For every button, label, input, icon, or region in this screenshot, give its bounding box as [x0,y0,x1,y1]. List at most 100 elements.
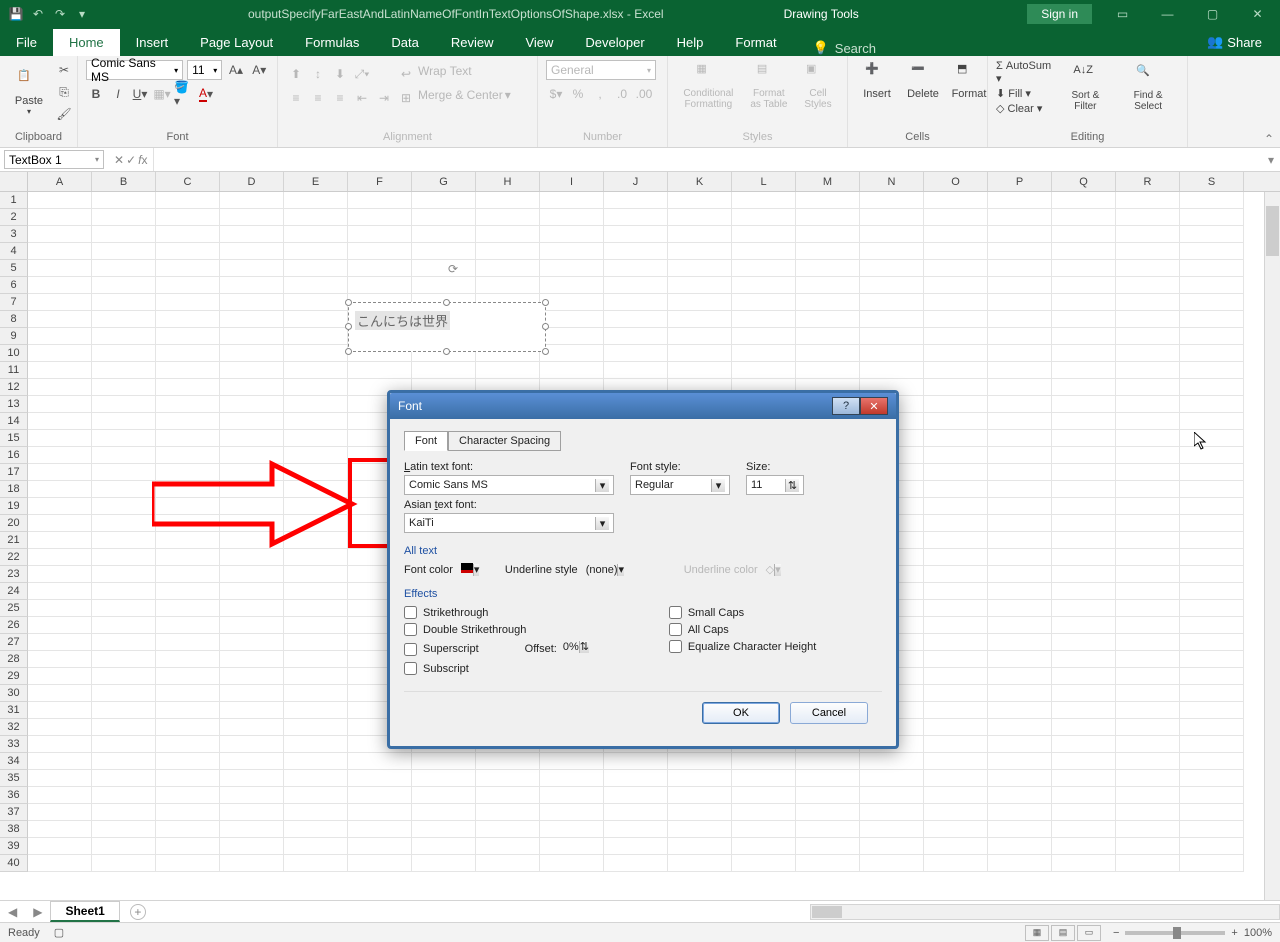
cell[interactable] [156,243,220,260]
cell[interactable] [540,209,604,226]
cell[interactable] [28,753,92,770]
cell[interactable] [220,821,284,838]
row-header[interactable]: 5 [0,260,28,277]
cell[interactable] [860,260,924,277]
cell[interactable] [92,787,156,804]
cell[interactable] [284,226,348,243]
cell[interactable] [1180,260,1244,277]
cell[interactable] [156,362,220,379]
cell[interactable] [924,770,988,787]
cancel-button[interactable]: Cancel [790,702,868,724]
cell[interactable] [284,719,348,736]
cell[interactable] [924,260,988,277]
cell[interactable] [1116,498,1180,515]
cell[interactable] [988,685,1052,702]
row-header[interactable]: 12 [0,379,28,396]
cell[interactable] [1116,294,1180,311]
cell[interactable] [604,362,668,379]
cell[interactable] [604,804,668,821]
cell[interactable] [1116,481,1180,498]
resize-handle-l[interactable] [345,323,352,330]
add-sheet-icon[interactable]: + [130,904,146,920]
cell[interactable] [796,209,860,226]
cell[interactable] [860,787,924,804]
cell[interactable] [1116,770,1180,787]
cell[interactable] [92,209,156,226]
cell[interactable] [1116,379,1180,396]
cell[interactable] [988,294,1052,311]
dialog-tab-character-spacing[interactable]: Character Spacing [448,431,561,451]
cell[interactable] [220,362,284,379]
cell[interactable] [220,770,284,787]
cell[interactable] [92,345,156,362]
cell[interactable] [28,328,92,345]
cell[interactable] [988,481,1052,498]
cell[interactable] [860,753,924,770]
find-select-button[interactable]: 🔍Find & Select [1117,60,1179,115]
cell[interactable] [156,379,220,396]
cell[interactable] [988,464,1052,481]
cell[interactable] [924,804,988,821]
cell[interactable] [540,787,604,804]
column-header[interactable]: A [28,172,92,191]
offset-spinner[interactable]: 0%⇅ [563,640,609,658]
enter-formula-icon[interactable]: ✓ [126,153,136,167]
cell[interactable] [924,549,988,566]
row-header[interactable]: 40 [0,855,28,872]
cell[interactable] [796,753,860,770]
cell[interactable] [668,260,732,277]
cell[interactable] [924,753,988,770]
cell[interactable] [540,838,604,855]
cell[interactable] [924,617,988,634]
cell[interactable] [412,770,476,787]
cell[interactable] [28,719,92,736]
tab-file[interactable]: File [0,29,53,56]
cell[interactable] [540,243,604,260]
cell[interactable] [348,855,412,872]
cell[interactable] [988,600,1052,617]
cell[interactable] [28,413,92,430]
cell[interactable] [1052,192,1116,209]
cell[interactable] [668,226,732,243]
resize-handle-bl[interactable] [345,348,352,355]
cell[interactable] [28,532,92,549]
cell[interactable] [220,260,284,277]
row-header[interactable]: 33 [0,736,28,753]
shape-text[interactable]: こんにちは世界 [355,311,450,330]
cell[interactable] [988,430,1052,447]
cell[interactable] [796,243,860,260]
cell[interactable] [860,277,924,294]
cell[interactable] [924,821,988,838]
cell[interactable] [476,260,540,277]
cell[interactable] [540,192,604,209]
sort-filter-button[interactable]: A↓ZSort & Filter [1058,60,1114,115]
cell[interactable] [924,226,988,243]
cell[interactable] [796,838,860,855]
cell[interactable] [1116,226,1180,243]
collapse-ribbon-icon[interactable]: ⌃ [1264,132,1274,146]
column-header[interactable]: F [348,172,412,191]
cell[interactable] [1180,362,1244,379]
cell[interactable] [1180,617,1244,634]
tab-help[interactable]: Help [661,29,720,56]
cell[interactable] [28,430,92,447]
cell[interactable] [348,209,412,226]
cell[interactable] [924,311,988,328]
cell[interactable] [92,464,156,481]
cell[interactable] [92,617,156,634]
cell[interactable] [1052,532,1116,549]
cell[interactable] [92,668,156,685]
cell[interactable] [732,260,796,277]
cell[interactable] [1180,685,1244,702]
ok-button[interactable]: OK [702,702,780,724]
cell[interactable] [220,226,284,243]
row-header[interactable]: 37 [0,804,28,821]
cell[interactable] [156,685,220,702]
cell[interactable] [220,243,284,260]
cell[interactable] [988,855,1052,872]
cell[interactable] [28,855,92,872]
cell[interactable] [1052,464,1116,481]
font-color-picker[interactable]: ▾ [461,563,497,576]
cell[interactable] [668,277,732,294]
cell[interactable] [1180,804,1244,821]
